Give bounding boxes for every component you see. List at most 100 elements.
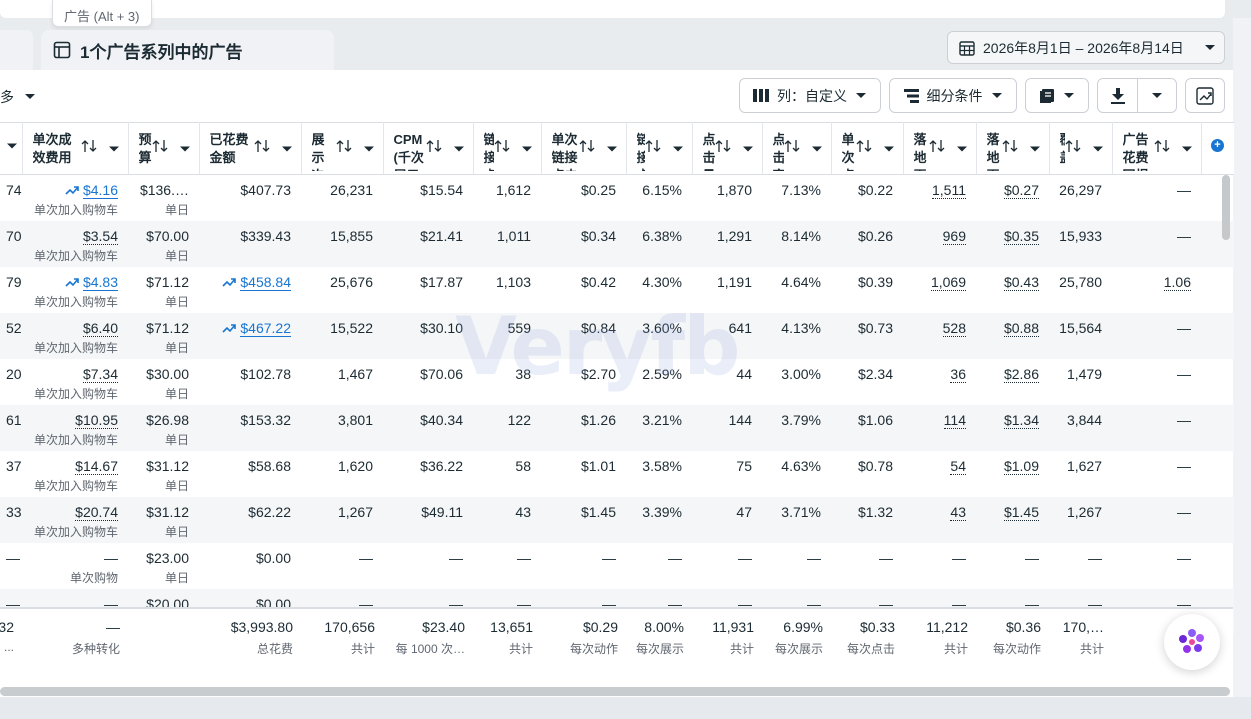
table-row[interactable]: — — 单次购物 $23.00 单日 $0.00 — — — — — — — — — — — — [0,543,1234,589]
cell-value[interactable]: $458.84 [240,273,291,291]
cell-reach: — [1049,543,1112,589]
sort-icon[interactable] [254,139,292,156]
sort-icon[interactable] [1154,139,1192,156]
cell-value[interactable]: 969 [942,227,966,245]
cell-value[interactable]: 114 [943,411,966,429]
sort-icon[interactable] [645,139,683,156]
table-row[interactable]: 74 $4.16 单次加入购物车 $136.… 单日 $407.73 26,231 $15.5… [0,175,1234,221]
cell-clicks: 1,291 [692,220,762,267]
table-row[interactable]: 33 $20.74 单次加入购物车 $31.12 单日 $62.22 1,267 $49.11… [0,496,1234,543]
column-header-cplpv[interactable]: 落地页浏览费用 [976,122,1050,175]
cell-lctr: 3.39% [626,496,692,543]
column-header-label: 单次链接点击费用 [551,132,578,171]
view-selector[interactable]: 多 [0,87,36,107]
column-header-edge-16[interactable]: + [1201,122,1234,175]
tooltip: 广告 (Alt + 3) [52,0,152,27]
column-header-spend[interactable]: 已花费金额 [199,122,302,175]
column-header-lpv[interactable]: 落地页浏览量 [903,122,977,175]
cell-value[interactable]: 36 [950,365,966,383]
tab-previous[interactable] [0,30,33,70]
cell-subtext: 单日 [164,432,189,447]
export-menu-button[interactable] [1138,79,1176,112]
sort-icon[interactable] [152,139,190,156]
sort-icon[interactable] [81,139,119,156]
cell-value[interactable]: 1,069 [930,273,966,291]
cell-roas: 1.06 [1112,267,1201,313]
column-header-cpc[interactable]: 单次点击费用 [831,122,904,175]
cell-cplc: $1.01 [541,451,626,497]
columns-button[interactable]: 列：自定义 [739,78,881,113]
cell-value[interactable]: $1.34 [1003,411,1039,429]
sort-icon[interactable] [1002,139,1040,156]
cell-value[interactable]: $0.35 [1003,227,1039,245]
cell-value[interactable]: $4.16 [82,182,118,199]
column-header-lc[interactable]: 链接点击量 [473,122,542,175]
cell-value[interactable]: 528 [942,319,966,337]
cell-value[interactable]: $3.54 [82,227,118,245]
download-icon [1110,87,1125,104]
cell-imp: 25,676 [301,267,383,313]
column-header-label: 落地页浏览量 [913,132,927,171]
sort-icon[interactable] [426,139,464,156]
cell-value[interactable]: — [1025,550,1039,566]
cell-c0: 52 [0,312,22,359]
sort-icon[interactable] [856,139,894,156]
column-header-roas[interactable]: 广告花费回报 [1112,122,1202,175]
vertical-scrollbar[interactable] [1222,175,1230,240]
sort-icon[interactable] [579,139,617,156]
cell-subtext: 单次加入购物车 [33,294,118,309]
cell-value: 1,267 [337,503,373,520]
cell-value[interactable]: $14.67 [75,457,118,475]
column-header-cplc[interactable]: 单次链接点击费用 [541,122,627,175]
cell-value[interactable]: $2.86 [1003,365,1039,383]
column-header-reach[interactable]: 覆盖人数 [1049,122,1113,175]
export-button[interactable] [1098,79,1138,112]
cell-value[interactable]: $6.40 [82,319,118,337]
table-row[interactable]: 70 $3.54 单次加入购物车 $70.00 单日 $339.43 15,855 $21.4… [0,220,1234,267]
add-column-icon[interactable]: + [1211,139,1224,152]
cell-value[interactable]: 1,511 [932,182,966,199]
sort-icon[interactable] [1065,139,1103,156]
column-header-cpr[interactable]: 单次成效费用 [22,122,129,175]
cell-value[interactable]: $467.22 [240,319,291,337]
tab-ads[interactable]: 1个广告系列中的广告 [41,30,334,70]
cell-value[interactable]: $10.95 [75,411,118,429]
column-header-budget[interactable]: 预算 [128,122,200,175]
cell-value[interactable]: $0.27 [1003,182,1039,199]
cell-value[interactable]: 1.06 [1163,273,1191,291]
cell-value[interactable]: — [952,550,966,566]
horizontal-scrollbar[interactable] [0,687,1230,696]
cell-value[interactable]: $7.34 [82,365,118,383]
sort-icon[interactable] [929,139,967,156]
cell-value[interactable]: $4.83 [82,273,118,291]
column-header-clicks[interactable]: 点击量 [692,122,763,175]
cell-value[interactable]: $0.88 [1003,319,1039,337]
column-header-edge-0[interactable] [0,122,23,175]
column-header-lctr[interactable]: 链接点击率 [626,122,693,175]
reports-button[interactable] [1025,78,1089,113]
cell-budget: $30.00 单日 [128,359,199,405]
sort-icon[interactable] [494,139,532,156]
sort-icon[interactable] [784,139,822,156]
cell-value: 25,780 [1059,273,1102,290]
column-header-cpm[interactable]: CPM (千次展示费用) [383,122,474,175]
cell-c0: 70 [0,220,22,267]
date-range-picker[interactable]: 2026年8月1日 – 2026年8月14日 [947,31,1225,64]
cell-value[interactable]: $1.45 [1003,503,1039,521]
cell-value[interactable]: 54 [950,457,966,475]
table-row[interactable]: 37 $14.67 单次加入购物车 $31.12 单日 $58.68 1,620 $36.22… [0,451,1234,497]
sort-icon[interactable] [336,139,374,156]
cell-value[interactable]: — [104,550,118,566]
cell-value[interactable]: $1.09 [1003,457,1039,475]
charts-button[interactable] [1185,78,1225,113]
cell-value[interactable]: $20.74 [75,503,118,521]
table-row[interactable]: 61 $10.95 单次加入购物车 $26.98 单日 $153.32 3,801 $40.3… [0,404,1234,451]
column-header-ctr[interactable]: 点击率 [762,122,832,175]
assistant-button[interactable] [1164,614,1220,670]
cell-value[interactable]: 43 [950,503,966,521]
column-header-imp[interactable]: 展示次数 [301,122,384,175]
sort-icon[interactable] [715,139,753,156]
column-header-label: 单次成效费用 [32,132,72,165]
cell-value[interactable]: $0.43 [1003,273,1039,291]
breakdown-button[interactable]: 细分条件 [889,78,1017,113]
